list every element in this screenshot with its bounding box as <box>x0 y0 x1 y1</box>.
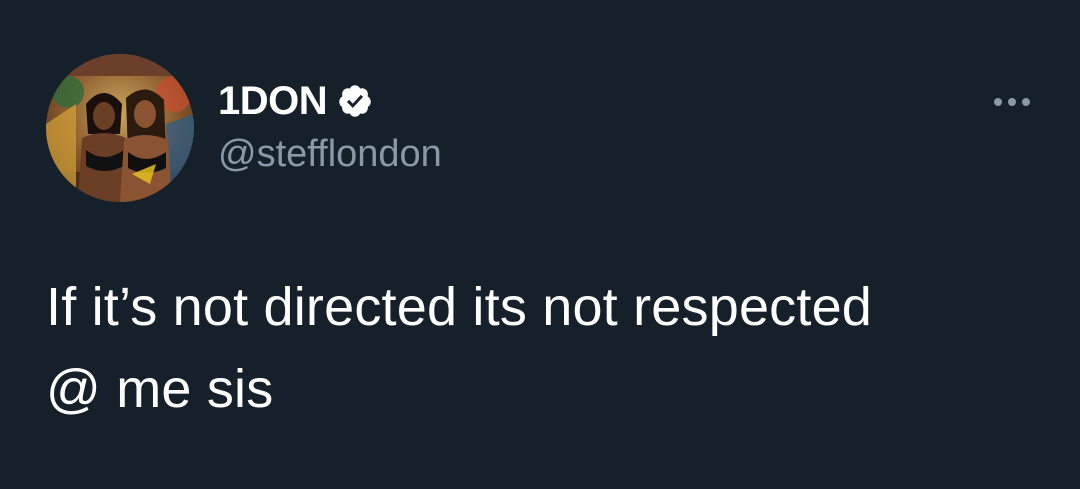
user-info[interactable]: 1DON @stefflondon <box>218 76 442 180</box>
more-horizontal-icon <box>1022 98 1030 106</box>
user-handle[interactable]: @stefflondon <box>218 128 442 180</box>
avatar-image <box>46 54 194 202</box>
more-options-button[interactable] <box>982 84 1042 120</box>
display-name[interactable]: 1DON <box>218 76 328 126</box>
tweet-card: 1DON @stefflondon If it’s not directed i… <box>0 0 1080 489</box>
more-horizontal-icon <box>994 98 1002 106</box>
tweet-text: If it’s not directed its not respected @… <box>46 266 1046 430</box>
name-row: 1DON <box>218 76 442 126</box>
tweet-text-line: @ me sis <box>46 359 274 419</box>
more-horizontal-icon <box>1008 98 1016 106</box>
verified-badge-icon <box>337 83 373 119</box>
tweet-text-line: If it’s not directed its not respected <box>46 277 873 337</box>
avatar[interactable] <box>46 54 194 202</box>
